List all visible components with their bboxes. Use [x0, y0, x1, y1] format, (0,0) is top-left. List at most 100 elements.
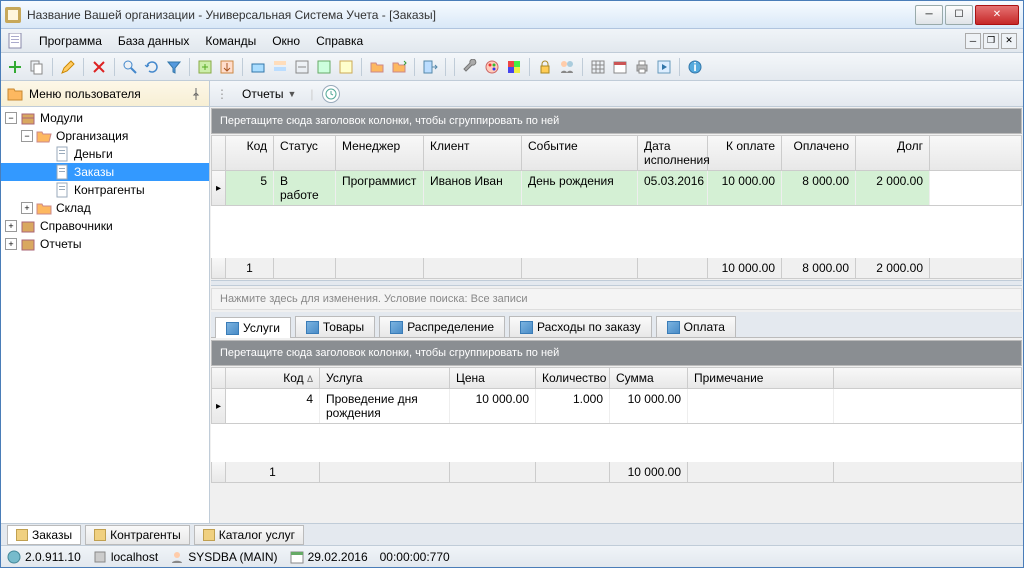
tool-e[interactable] — [336, 57, 356, 77]
tool-d[interactable] — [314, 57, 334, 77]
col-code[interactable]: Код — [226, 136, 274, 170]
tree-warehouse[interactable]: + Склад — [1, 199, 209, 217]
page-icon — [54, 146, 70, 162]
status-time: 00:00:00:770 — [380, 550, 450, 564]
search-button[interactable] — [120, 57, 140, 77]
tab-icon — [226, 322, 239, 335]
col-status[interactable]: Статус — [274, 136, 336, 170]
col-date[interactable]: Дата исполнения — [638, 136, 708, 170]
btab-catalog[interactable]: Каталог услуг — [194, 525, 304, 545]
expander-icon[interactable]: + — [21, 202, 33, 214]
maximize-button[interactable]: ☐ — [945, 5, 973, 25]
row-indicator-icon: ▸ — [212, 389, 226, 423]
menu-commands[interactable]: Команды — [197, 32, 264, 50]
menu-window[interactable]: Окно — [264, 32, 308, 50]
col-event[interactable]: Событие — [522, 136, 638, 170]
tool-palette[interactable] — [482, 57, 502, 77]
orders-grid-header: Код Статус Менеджер Клиент Событие Дата … — [211, 135, 1022, 171]
play-button[interactable] — [654, 57, 674, 77]
tree-organization[interactable]: − Организация — [1, 127, 209, 145]
calendar-button[interactable] — [610, 57, 630, 77]
minimize-button[interactable]: ─ — [915, 5, 943, 25]
expander-icon[interactable]: − — [5, 112, 17, 124]
tab-distribution[interactable]: Распределение — [379, 316, 505, 337]
reports-dropdown[interactable]: Отчеты ▼ — [236, 85, 302, 103]
services-group-bar[interactable]: Перетащите сюда заголовок колонки, чтобы… — [211, 340, 1022, 366]
col-paid[interactable]: Оплачено — [782, 136, 856, 170]
btab-orders[interactable]: Заказы — [7, 525, 81, 545]
col-manager[interactable]: Менеджер — [336, 136, 424, 170]
tab-goods[interactable]: Товары — [295, 316, 375, 337]
tree-directories[interactable]: + Справочники — [1, 217, 209, 235]
filter-button[interactable] — [164, 57, 184, 77]
col-qty[interactable]: Количество — [536, 368, 610, 388]
tree-label: Модули — [40, 111, 83, 125]
horizontal-splitter[interactable] — [211, 280, 1022, 286]
expander-icon[interactable]: + — [5, 220, 17, 232]
tool-grid[interactable] — [588, 57, 608, 77]
mdi-restore[interactable]: ❐ — [983, 33, 999, 49]
orders-grid: Код Статус Менеджер Клиент Событие Дата … — [211, 135, 1022, 279]
col-topay[interactable]: К оплате — [708, 136, 782, 170]
tool-color[interactable] — [504, 57, 524, 77]
export-button[interactable] — [195, 57, 215, 77]
tool-a[interactable] — [248, 57, 268, 77]
tree-counterparties[interactable]: Контрагенты — [1, 181, 209, 199]
col-sum[interactable]: Сумма — [610, 368, 688, 388]
col-service[interactable]: Услуга — [320, 368, 450, 388]
tree-modules[interactable]: − Модули — [1, 109, 209, 127]
users-button[interactable] — [557, 57, 577, 77]
tree-label: Справочники — [40, 219, 113, 233]
menu-program[interactable]: Программа — [31, 32, 110, 50]
print-button[interactable] — [632, 57, 652, 77]
col-client[interactable]: Клиент — [424, 136, 522, 170]
tool-folder2[interactable] — [389, 57, 409, 77]
cell: Иванов Иван — [424, 171, 522, 205]
copy-button[interactable] — [27, 57, 47, 77]
tool-c[interactable] — [292, 57, 312, 77]
delete-button[interactable] — [89, 57, 109, 77]
clock-button[interactable] — [322, 85, 340, 103]
clock-icon — [325, 88, 337, 100]
close-button[interactable]: ✕ — [975, 5, 1019, 25]
tree-orders[interactable]: Заказы — [1, 163, 209, 181]
cell: 1.000 — [536, 389, 610, 423]
tab-payment[interactable]: Оплата — [656, 316, 736, 337]
folder-button[interactable] — [367, 57, 387, 77]
search-condition-bar[interactable]: Нажмите здесь для изменения. Условие пои… — [211, 288, 1022, 310]
col-debt[interactable]: Долг — [856, 136, 930, 170]
group-by-bar[interactable]: Перетащите сюда заголовок колонки, чтобы… — [211, 108, 1022, 134]
services-row[interactable]: ▸ 4 Проведение дня рождения 10 000.00 1.… — [211, 389, 1022, 424]
import-button[interactable] — [217, 57, 237, 77]
expander-icon[interactable]: + — [5, 238, 17, 250]
tool-b[interactable] — [270, 57, 290, 77]
info-button[interactable]: i — [685, 57, 705, 77]
tab-expenses[interactable]: Расходы по заказу — [509, 316, 652, 337]
pin-icon[interactable] — [189, 87, 203, 101]
refresh-button[interactable] — [142, 57, 162, 77]
col-code[interactable]: Код Δ — [226, 368, 320, 388]
col-price[interactable]: Цена — [450, 368, 536, 388]
cell: 10 000.00 — [610, 389, 688, 423]
reports-label: Отчеты — [242, 87, 283, 101]
tree-label: Организация — [56, 129, 128, 143]
tab-services[interactable]: Услуги — [215, 317, 291, 338]
orders-row[interactable]: ▸ 5 В работе Программист Иванов Иван Ден… — [211, 171, 1022, 206]
tool-exit[interactable] — [420, 57, 440, 77]
col-note[interactable]: Примечание — [688, 368, 834, 388]
mdi-minimize[interactable]: ─ — [965, 33, 981, 49]
btab-counterparties[interactable]: Контрагенты — [85, 525, 190, 545]
menu-database[interactable]: База данных — [110, 32, 197, 50]
mdi-close[interactable]: ✕ — [1001, 33, 1017, 49]
tree-money[interactable]: Деньги — [1, 145, 209, 163]
add-button[interactable] — [5, 57, 25, 77]
expander-icon[interactable]: − — [21, 130, 33, 142]
tab-icon — [667, 321, 680, 334]
box-icon — [20, 218, 36, 234]
statusbar: 2.0.911.10 localhost SYSDBA (MAIN) 29.02… — [1, 545, 1023, 567]
menu-help[interactable]: Справка — [308, 32, 371, 50]
lock-button[interactable] — [535, 57, 555, 77]
tool-wrench[interactable] — [460, 57, 480, 77]
edit-button[interactable] — [58, 57, 78, 77]
tree-reports[interactable]: + Отчеты — [1, 235, 209, 253]
